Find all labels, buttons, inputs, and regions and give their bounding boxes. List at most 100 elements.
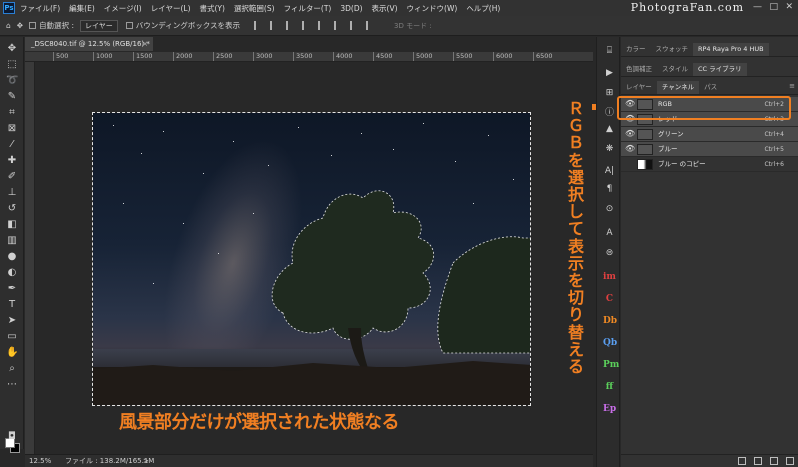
load-selection-icon[interactable] (738, 457, 746, 465)
tab-swatches[interactable]: スウォッチ (651, 43, 694, 56)
hand-tool-icon[interactable]: ✋ (6, 347, 18, 359)
eyedropper-tool-icon[interactable]: ⁄ (6, 139, 18, 151)
tab-layers[interactable]: レイヤー (621, 81, 657, 94)
raya-c-icon[interactable]: C (603, 293, 616, 306)
zoom-level[interactable]: 12.5% (29, 455, 51, 467)
distribute-vertical-icon[interactable] (366, 21, 375, 30)
menu-window[interactable]: ウィンドウ(W) (407, 3, 458, 14)
align-center-icon[interactable] (270, 21, 279, 30)
pen-tool-icon[interactable]: ✒ (6, 283, 18, 295)
raya-im-icon[interactable]: im (603, 271, 616, 284)
align-middle-icon[interactable] (318, 21, 327, 30)
options-bar: ⌂ ✥ 自動選択 : レイヤー バウンディングボックスを表示 3D モード : (0, 16, 798, 36)
quick-select-tool-icon[interactable]: ✎ (6, 91, 18, 103)
adjust-icon[interactable]: ❋ (603, 143, 616, 156)
tab-paths[interactable]: パス (699, 81, 722, 94)
paragraph-icon[interactable]: ¶ (603, 183, 616, 196)
channel-thumbnail (637, 144, 653, 155)
tab-channels[interactable]: チャンネル (656, 81, 700, 94)
more-tools-icon[interactable]: ⋯ (6, 379, 18, 391)
lasso-tool-icon[interactable]: ➰ (6, 75, 18, 87)
status-expand-arrow[interactable]: > (143, 455, 149, 467)
menu-select[interactable]: 選択範囲(S) (234, 3, 275, 14)
dodge-tool-icon[interactable]: ◐ (6, 267, 18, 279)
play-icon[interactable]: ▶ (603, 67, 616, 80)
menu-file[interactable]: ファイル(F) (20, 3, 60, 14)
history-brush-icon[interactable]: ↺ (6, 203, 18, 215)
history-icon[interactable]: ⌸ (603, 45, 616, 58)
menu-layer[interactable]: レイヤー(L) (151, 3, 191, 14)
blur-tool-icon[interactable]: ● (6, 251, 18, 263)
raya-ep-icon[interactable]: Ep (603, 403, 616, 416)
minimize-button[interactable]: — (753, 2, 762, 12)
frame-tool-icon[interactable]: ⊠ (6, 123, 18, 135)
bounding-box-checkbox[interactable] (125, 22, 133, 29)
healing-brush-icon[interactable]: ✚ (6, 155, 18, 167)
paths-icon[interactable]: ⊙ (603, 203, 616, 216)
raya-a-icon[interactable]: A (603, 227, 616, 240)
top-panel-tabs: カラー スウォッチ RP4 Raya Pro 4 HUB (621, 43, 798, 57)
clone-stamp-icon[interactable]: ⊥ (6, 187, 18, 199)
menu-view[interactable]: 表示(V) (372, 3, 398, 14)
move-tool-icon[interactable]: ✥ (6, 43, 18, 55)
crop-tool-icon[interactable]: ⌗ (6, 107, 18, 119)
align-right-icon[interactable] (286, 21, 295, 30)
eraser-tool-icon[interactable]: ◧ (6, 219, 18, 231)
channel-row-green[interactable]: 👁 グリーン Ctrl+4 (621, 127, 798, 142)
raya-panel-icon[interactable]: ⊜ (603, 247, 616, 260)
menu-image[interactable]: イメージ(I) (104, 3, 142, 14)
path-select-icon[interactable]: ➤ (6, 315, 18, 327)
ruler-tick: 5500 (453, 52, 473, 61)
brush-tool-icon[interactable]: ✐ (6, 171, 18, 183)
shape-tool-icon[interactable]: ▭ (6, 331, 18, 343)
auto-select-checkbox[interactable] (29, 22, 37, 29)
zoom-tool-icon[interactable]: ⌕ (6, 363, 18, 375)
raya-qb-icon[interactable]: Qb (603, 337, 617, 350)
menu-filter[interactable]: フィルター(T) (284, 3, 332, 14)
visibility-eye-icon[interactable]: 👁 (625, 144, 635, 153)
align-top-icon[interactable] (302, 21, 311, 30)
align-bottom-icon[interactable] (334, 21, 343, 30)
trash-icon[interactable] (786, 457, 794, 465)
menu-help[interactable]: ヘルプ(H) (466, 3, 500, 14)
new-channel-icon[interactable] (770, 457, 778, 465)
document-tab[interactable]: _DSC8040.tif @ 12.5% (RGB/16) * × (25, 37, 153, 51)
move-tool-icon[interactable]: ✥ (17, 21, 23, 30)
close-tab-icon[interactable]: × (142, 37, 148, 51)
tab-adjustments[interactable]: 色調補正 (621, 63, 657, 76)
distribute-icon[interactable] (350, 21, 359, 30)
menu-type[interactable]: 書式(Y) (200, 3, 225, 14)
channel-thumbnail (637, 129, 653, 140)
tab-cc-libraries[interactable]: CC ライブラリ (693, 63, 747, 76)
info-icon[interactable]: ⓘ (603, 107, 616, 120)
ruler-tick: 2000 (173, 52, 193, 61)
maximize-button[interactable]: □ (769, 2, 778, 12)
actions-icon[interactable]: ⊞ (603, 87, 616, 100)
home-icon[interactable]: ⌂ (6, 21, 11, 30)
character-icon[interactable]: A| (603, 165, 616, 178)
channel-row-blue-copy[interactable]: ブルー のコピー Ctrl+6 (621, 157, 798, 172)
raya-db-icon[interactable]: Db (603, 315, 617, 328)
rgb-highlight-frame (617, 96, 791, 120)
tab-styles[interactable]: スタイル (657, 63, 693, 76)
visibility-eye-icon[interactable]: 👁 (625, 129, 635, 138)
raya-pm-icon[interactable]: Pm (603, 359, 619, 372)
histogram-icon[interactable]: ▲ (603, 123, 616, 136)
save-selection-icon[interactable] (754, 457, 762, 465)
align-left-icon[interactable] (254, 21, 263, 30)
tab-color[interactable]: カラー (621, 43, 651, 56)
tab-raya-pro[interactable]: RP4 Raya Pro 4 HUB (693, 43, 769, 56)
gradient-tool-icon[interactable]: ▥ (6, 235, 18, 247)
menu-edit[interactable]: 編集(E) (69, 3, 95, 14)
photo-selection[interactable] (92, 112, 531, 406)
menu-3d[interactable]: 3D(D) (340, 4, 362, 13)
channel-row-blue[interactable]: 👁 ブルー Ctrl+5 (621, 142, 798, 157)
raya-ff-icon[interactable]: ff (603, 381, 616, 394)
marquee-tool-icon[interactable]: ⬚ (6, 59, 18, 71)
close-button[interactable]: ✕ (785, 2, 793, 12)
panel-menu-icon[interactable]: ≡ (789, 82, 795, 90)
type-tool-icon[interactable]: T (6, 299, 18, 311)
auto-select-dropdown[interactable]: レイヤー (79, 19, 118, 32)
3d-mode-label: 3D モード : (394, 21, 432, 30)
quick-mask-icon[interactable]: ◘ (6, 431, 18, 443)
